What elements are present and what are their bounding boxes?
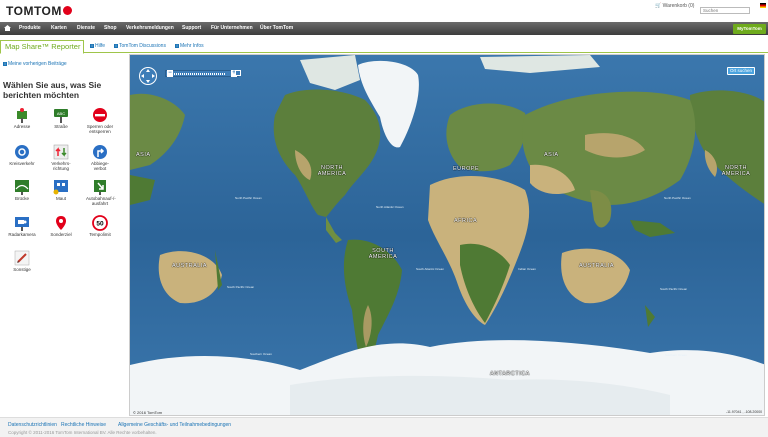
nav-item-products[interactable]: Produkte (19, 25, 41, 31)
nav-item-shop[interactable]: Shop (104, 25, 117, 31)
site-header: TOMTOM 🛒 Warenkorb (0) Suchen (0, 0, 768, 22)
ocean-label: Southern Ocean (250, 352, 272, 356)
footer-copyright: Copyright © 2011-2016 TomTom Internation… (8, 430, 157, 435)
category-block[interactable]: Sperren oder entsperren (86, 107, 114, 134)
map-copyright: © 2016 TomTom (133, 410, 163, 415)
footer-link-legal[interactable]: Rechtliche Hinweise (61, 422, 106, 428)
more-info-link[interactable]: i Mehr Infos (175, 43, 204, 49)
info-icon: i (175, 44, 179, 48)
turn-restriction-icon (93, 145, 107, 159)
toll-icon (53, 180, 68, 195)
svg-text:50: 50 (96, 221, 104, 228)
continent-label: ASIA (136, 152, 151, 158)
category-roundabout[interactable]: Kreisverkehr (8, 144, 36, 166)
bridge-icon (15, 180, 29, 195)
category-traffic-direction[interactable]: Verkehrs-richtung (47, 144, 75, 171)
category-toll[interactable]: Maut (47, 179, 75, 201)
ocean-label: South Pacific Ocean (227, 285, 255, 289)
category-speed-camera[interactable]: Radarkamera (8, 215, 36, 237)
main-nav: Produkte Karten Dienste Shop Verkehrsmel… (0, 22, 768, 35)
category-motorway-exit[interactable]: Autobahnauf-/-ausfahrt (86, 179, 116, 206)
continent-label: AUSTRALIA (579, 263, 615, 269)
search-input[interactable]: Suchen (700, 7, 750, 14)
zoom-out-button[interactable]: − (167, 70, 173, 77)
continent-label: SOUTH AMERICA (368, 248, 398, 260)
home-icon[interactable] (4, 25, 11, 31)
nav-item-business[interactable]: Für Unternehmen (211, 25, 253, 31)
tab-map-share-reporter[interactable]: Map Share™ Reporter (0, 40, 84, 54)
help-link[interactable]: i Hilfe (90, 43, 105, 49)
continent-label: ASIA (544, 152, 559, 158)
report-heading: Wählen Sie aus, was Sie berichten möchte… (3, 80, 102, 100)
category-address[interactable]: Adresse (8, 107, 36, 129)
address-pin-icon (17, 108, 27, 123)
map-coordinates: -11.97041 , -108.20000 (726, 410, 763, 414)
nav-item-traffic[interactable]: Verkehrsmeldungen (126, 25, 174, 31)
continent-label: NORTH AMERICA (317, 165, 347, 177)
category-bridge[interactable]: Brücke (8, 179, 36, 201)
category-speed-limit[interactable]: 50 Tempolimit (86, 215, 114, 237)
nav-item-about[interactable]: Über TomTom (260, 25, 293, 31)
nav-item-support[interactable]: Support (182, 25, 201, 31)
info-icon: i (90, 44, 94, 48)
ocean-label: South Atlantic Ocean (416, 267, 445, 271)
category-other[interactable]: Sonstige (8, 250, 36, 272)
nav-item-maps[interactable]: Karten (51, 25, 67, 31)
ocean-label: North Atlantic Ocean (376, 205, 404, 209)
tomtom-logo[interactable]: TOMTOM (6, 4, 72, 18)
continent-label: NORTH AMERICA (721, 165, 751, 177)
traffic-direction-icon (53, 144, 69, 160)
info-icon: i (3, 62, 7, 66)
german-flag-icon[interactable] (760, 3, 766, 8)
street-sign-icon: ABC (54, 109, 68, 123)
ocean-label: Indian Ocean (518, 267, 536, 271)
ocean-label: North Pacific Ocean (235, 196, 262, 200)
zoom-track[interactable] (174, 73, 226, 75)
footer-link-privacy[interactable]: Datenschutzrichtlinien (8, 422, 57, 428)
footer-link-terms[interactable]: Allgemeine Geschäfts- und Teilnahmebedin… (118, 422, 231, 428)
category-street[interactable]: ABC Straße (47, 107, 75, 129)
previous-reports-link[interactable]: i Meine vorherigen Beiträge (3, 61, 67, 67)
speed-camera-icon (15, 217, 29, 231)
motorway-exit-icon (94, 180, 106, 195)
other-icon (14, 250, 30, 266)
info-icon: i (114, 44, 118, 48)
zoom-slider[interactable]: − + (165, 70, 239, 77)
ocean-label: North Pacific Ocean (664, 196, 691, 200)
find-place-button[interactable]: Ort suchen (727, 67, 755, 75)
svg-text:ABC: ABC (57, 111, 65, 116)
nav-item-services[interactable]: Dienste (77, 25, 95, 31)
continent-label: ANTARCTICA (490, 371, 530, 377)
ocean-label: Southern Ocean (665, 353, 687, 357)
continent-label: AUSTRALIA (172, 263, 208, 269)
category-poi[interactable]: Sonderziel (47, 215, 75, 237)
map-canvas[interactable] (130, 55, 765, 416)
mytomtom-button[interactable]: MyTomTom (733, 24, 766, 34)
continent-label: EUROPE (453, 166, 480, 172)
cart-link[interactable]: 🛒 Warenkorb (0) (655, 3, 694, 9)
category-turn-restriction[interactable]: Abbiege-verbot (86, 144, 114, 171)
continent-label: AFRICA (454, 218, 478, 224)
pan-control-icon[interactable] (139, 67, 157, 85)
poi-icon (56, 216, 66, 230)
ocean-label: South Pacific Ocean (660, 287, 688, 291)
world-map[interactable]: − + Ort suchen ASIA NORTH AMERICA EUROPE… (129, 54, 765, 416)
block-road-icon (93, 108, 107, 122)
discussions-link[interactable]: i TomTom Discussions (114, 43, 166, 49)
roundabout-icon (15, 145, 29, 159)
speed-limit-icon: 50 (92, 215, 108, 231)
layers-button[interactable] (235, 70, 241, 76)
